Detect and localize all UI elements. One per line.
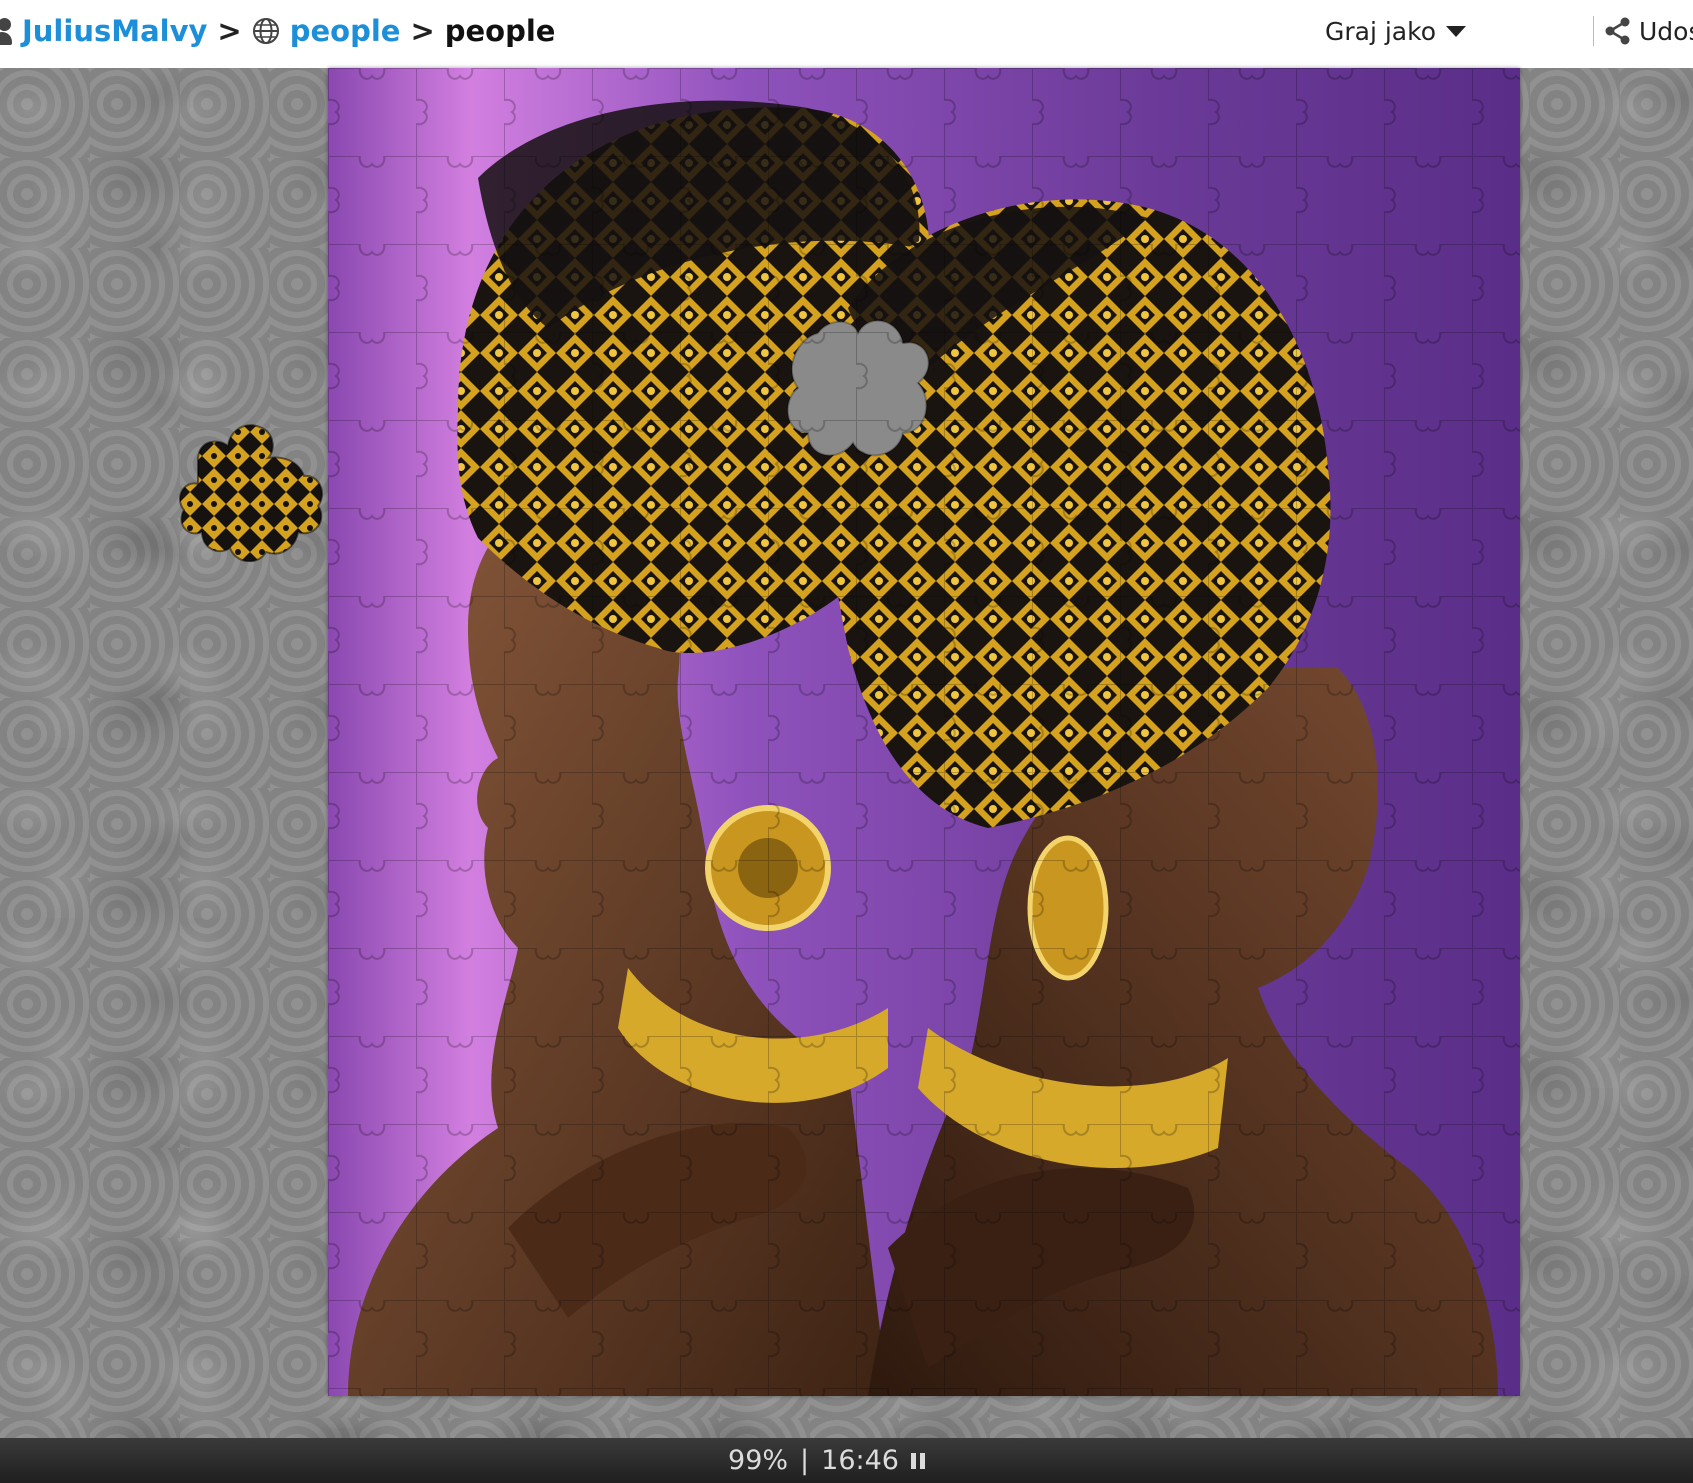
top-bar: JuliusMalvy > people > people Graj jako: [0, 0, 1693, 68]
status-bar: 99% | 16:46: [0, 1438, 1693, 1483]
play-as-button[interactable]: Graj jako: [1325, 16, 1467, 46]
globe-icon: [252, 18, 279, 44]
user-icon: [0, 16, 12, 46]
breadcrumb-current: people: [444, 14, 556, 48]
puzzle-artwork: [328, 68, 1520, 1396]
pause-icon[interactable]: [910, 1452, 925, 1470]
share-button[interactable]: Udostępnij: [1605, 17, 1693, 46]
chevron-down-icon: [1446, 25, 1467, 37]
breadcrumb-category-link[interactable]: people: [290, 14, 401, 48]
top-actions: Graj jako Udostępnij: [1233, 12, 1693, 50]
loose-puzzle-piece[interactable]: [178, 420, 324, 562]
breadcrumb-user-link[interactable]: JuliusMalvy: [22, 14, 207, 48]
breadcrumb-separator: >: [217, 14, 242, 48]
puzzle-app: JuliusMalvy > people > people Graj jako: [0, 0, 1693, 1483]
breadcrumb-separator: >: [410, 14, 435, 48]
status-info: 99% | 16:46: [728, 1445, 925, 1476]
timer-text: 16:46: [821, 1445, 899, 1476]
share-icon: [1605, 17, 1630, 45]
divider: [1593, 16, 1594, 46]
breadcrumb: JuliusMalvy > people > people: [0, 12, 555, 50]
share-label: Udostępnij: [1639, 16, 1693, 46]
status-divider: |: [800, 1445, 810, 1476]
progress-text: 99%: [728, 1445, 789, 1476]
play-as-label: Graj jako: [1325, 16, 1437, 46]
puzzle-image[interactable]: [328, 68, 1520, 1396]
